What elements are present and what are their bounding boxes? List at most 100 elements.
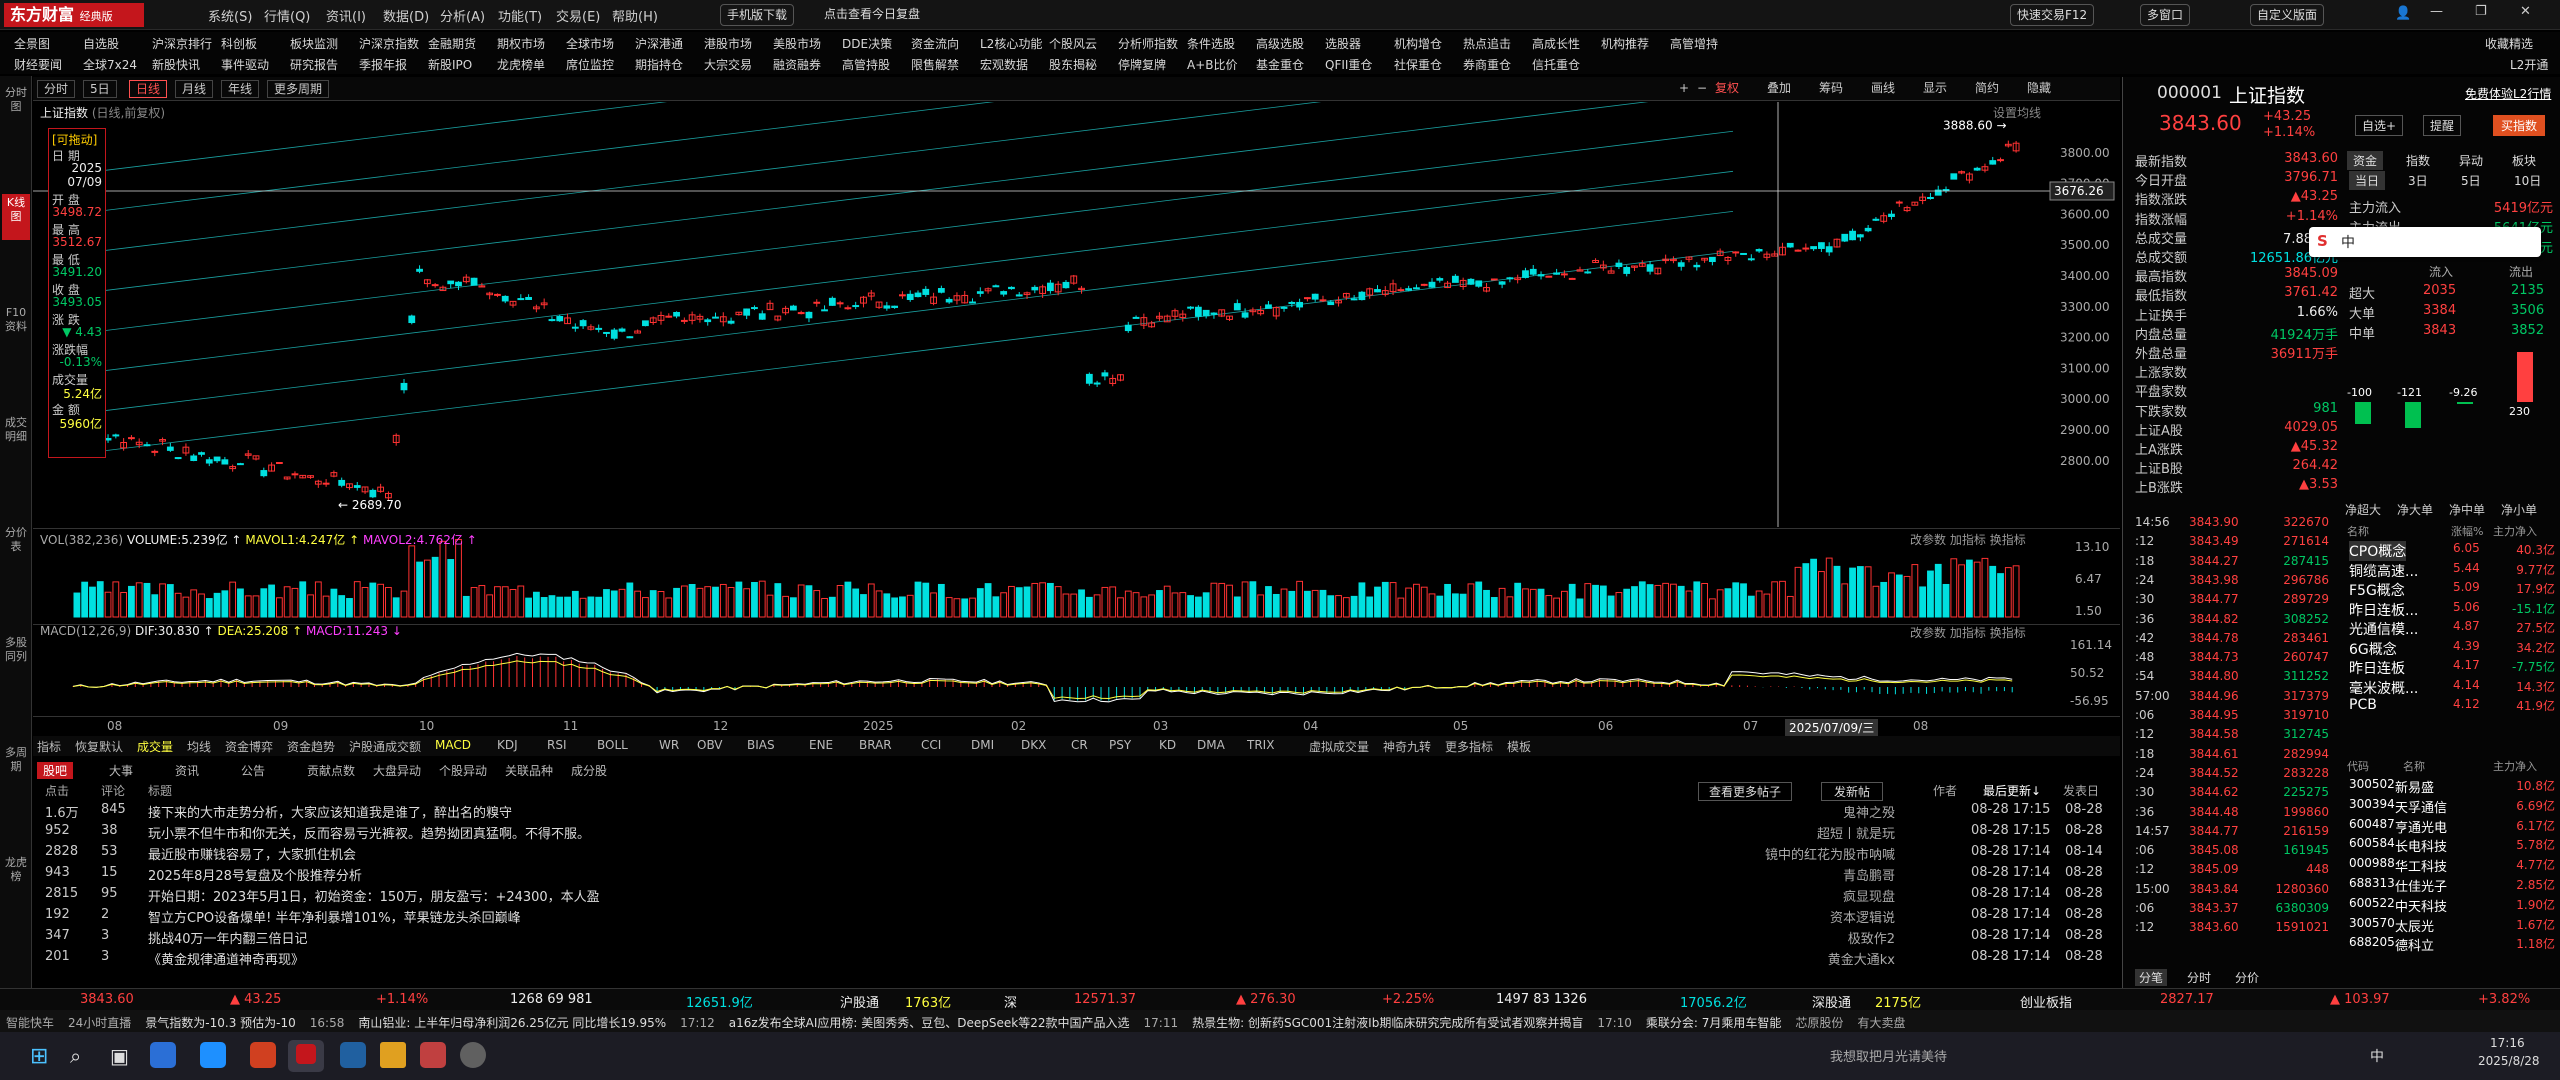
nav-item-4[interactable]: 研究报告 [290,56,338,73]
flow-tab-2[interactable]: 异动 [2453,151,2489,170]
forum-row[interactable]: 1.6万 845 接下来的大市走势分析，大家应该知道我是谁了，醉出名的糗守 鬼神之殁 0… [33,802,2120,822]
forum-row[interactable]: 192 2 智立方CPO设备爆单! 半年净利暴增101%，苹果链龙头杀回巅峰 资本逻辑… [33,907,2120,927]
chart-tool-5[interactable]: 简约 [1969,80,2005,98]
indicator-tab-6[interactable]: 沪股通成交额 [349,738,421,755]
menu-functions[interactable]: 功能(T) [498,6,542,25]
row-title[interactable]: 玩小票不但牛市和你无关，反而容易亏光裤衩。趋势拗团真猛啊。不得不服。 [148,823,590,842]
period-tab-4[interactable]: 年线 [221,80,260,98]
indicator-tab-25[interactable]: 神奇九转 [1383,738,1431,755]
indicator-tab-3[interactable]: 均线 [187,738,211,755]
chart-tool-4[interactable]: 显示 [1917,80,1953,98]
forum-row[interactable]: 952 38 玩小票不但牛市和你无关，反而容易亏光裤衩。趋势拗团真猛啊。不得不服。 超… [33,823,2120,843]
indicator-tab-7[interactable]: MACD [435,738,471,752]
minimize-icon[interactable]: — [2430,4,2443,19]
floating-info-panel[interactable]: [可拖动] 日 期 2025 07/09 开 盘 3498.72 最 高 351… [48,128,106,458]
wps-icon[interactable] [250,1042,276,1068]
search-hint[interactable]: 我想取把月光请美待 [1830,1046,1947,1065]
review-link[interactable]: 点击查看今日复盘 [818,4,926,26]
row-title[interactable]: 最近股市赚钱容易了，大家抓住机会 [148,844,356,863]
stock-code-cell[interactable]: 688313 [2349,876,2395,890]
nav-item-4[interactable]: 板块监测 [290,35,338,52]
bottom-tab-0[interactable]: 分笔 [2135,969,2168,986]
stock-name-cell[interactable]: 亨通光电 [2395,817,2447,836]
guba-tab-4[interactable]: 贡献点数 [301,762,361,779]
view-tab-1[interactable]: K线图 [2,194,30,240]
windows-start-icon[interactable]: ⊞ [30,1044,48,1069]
nav-item-20[interactable]: 社保重仓 [1394,56,1442,73]
nav-item-13[interactable]: 限售解禁 [911,56,959,73]
row-title[interactable]: 2025年8月28号复盘及个股推荐分析 [148,865,362,884]
nav-item-2[interactable]: 沪深京排行 [152,35,212,52]
ma-settings[interactable]: 设置均线 [1993,104,2041,121]
sector-name[interactable]: 6G概念 [2349,639,2397,659]
free-l2-link[interactable]: 免费体验L2行情 [2465,85,2551,102]
flow-subtab-1[interactable]: 3日 [2402,171,2434,190]
row-title[interactable]: 开始日期：2023年5月1日，初始资金：150万，朋友盈亏：+24300，本人盈 [148,886,600,905]
chart-tool-0[interactable]: 复权 [1709,80,1745,98]
view-tab-2[interactable]: F10资料 [2,304,30,350]
fast-trade-button[interactable]: 快速交易F12 [2010,4,2095,26]
forum-row[interactable]: 2815 95 开始日期：2023年5月1日，初始资金：150万，朋友盈亏：+243… [33,886,2120,906]
clock-date[interactable]: 2025/8/28 [2478,1054,2540,1068]
stock-code-cell[interactable]: 300502 [2349,777,2395,791]
menu-info[interactable]: 资讯(I) [326,6,366,25]
app-icon-4[interactable] [460,1042,486,1068]
custom-layout-button[interactable]: 自定义版面 [2250,4,2325,26]
chart-tool-3[interactable]: 画线 [1865,80,1901,98]
guba-tab-7[interactable]: 关联品种 [499,762,559,779]
nav-item-9[interactable]: 期指持仓 [635,56,683,73]
nav-item-22[interactable]: 信托重仓 [1532,56,1580,73]
row-author[interactable]: 超短丨就是玩 [1817,823,1895,842]
multi-window-button[interactable]: 多窗口 [2140,4,2191,26]
menu-system[interactable]: 系统(S) [208,6,252,25]
nav-item-9[interactable]: 沪深港通 [635,35,683,52]
app-icon-2[interactable] [340,1042,366,1068]
sector-name[interactable]: 昨日连板... [2349,600,2418,620]
sector-name[interactable]: F5G概念 [2349,580,2405,600]
view-tab-3[interactable]: 成交明细 [2,414,30,460]
guba-tab-3[interactable]: 公告 [235,762,271,779]
stock-name-cell[interactable]: 太辰光 [2395,916,2434,935]
macd-pane[interactable]: 161.14 50.52 -56.95 [33,624,2120,724]
news-item[interactable]: 有大卖盘 [1857,1016,1905,1030]
nav-item-21[interactable]: 热点追击 [1463,35,1511,52]
nav-item-6[interactable]: 新股IPO [428,56,472,73]
stock-code-cell[interactable]: 688205 [2349,935,2395,949]
row-author[interactable]: 资本逻辑说 [1830,907,1895,926]
news-item[interactable]: 17:12 [680,1016,715,1030]
nav-item-15[interactable]: 股东揭秘 [1049,56,1097,73]
nav-item-20[interactable]: 机构增仓 [1394,35,1442,52]
l2-link[interactable]: L2开通 [2510,56,2548,73]
nav-item-5[interactable]: 季报年报 [359,56,407,73]
row-author[interactable]: 青岛鹏哥 [1843,865,1895,884]
nav-item-7[interactable]: 龙虎榜单 [497,56,545,73]
menu-quotes[interactable]: 行情(Q) [264,6,310,25]
row-title[interactable]: 挑战40万一年内翻三倍日记 [148,928,308,947]
period-tab-3[interactable]: 月线 [175,80,214,98]
view-tab-0[interactable]: 分时图 [2,84,30,130]
nav-item-11[interactable]: 美股市场 [773,35,821,52]
indicator-tab-15[interactable]: BRAR [859,738,892,752]
forum-row[interactable]: 201 3 《黄金规律通道神奇再现》 黄金大通kx 08-28 17:14 08-28 [33,949,2120,969]
app-icon-1[interactable] [150,1042,176,1068]
app-icon-3[interactable] [420,1042,446,1068]
news-item[interactable]: 24小时直播 [68,1016,131,1030]
indicator-tab-12[interactable]: OBV [697,738,723,752]
row-title[interactable]: 智立方CPO设备爆单! 半年净利暴增101%，苹果链龙头杀回巅峰 [148,907,521,926]
nav-item-7[interactable]: 期权市场 [497,35,545,52]
nav-item-22[interactable]: 高成长性 [1532,35,1580,52]
nav-item-16[interactable]: 停牌复牌 [1118,56,1166,73]
forum-row[interactable]: 943 15 2025年8月28号复盘及个股推荐分析 青岛鹏哥 08-28 17:14 0… [33,865,2120,885]
flow-subtab-3[interactable]: 10日 [2508,171,2547,190]
row-author[interactable]: 疯显现盘 [1843,886,1895,905]
guba-tab-5[interactable]: 大盘异动 [367,762,427,779]
news-item[interactable]: a16z发布全球AI应用榜: 美图秀秀、豆包、DeepSeek等22款中国产品入… [729,1016,1130,1030]
indicator-tab-14[interactable]: ENE [809,738,833,752]
guba-tab-8[interactable]: 成分股 [565,762,613,779]
period-tab-2[interactable]: 日线 [129,80,168,98]
stock-name-cell[interactable]: 德科立 [2395,935,2434,954]
period-tab-5[interactable]: 更多周期 [267,80,330,98]
nav-item-23[interactable]: 机构推荐 [1601,35,1649,52]
add-watchlist-button[interactable]: 自选+ [2355,115,2404,136]
indicator-tab-19[interactable]: CR [1071,738,1088,752]
